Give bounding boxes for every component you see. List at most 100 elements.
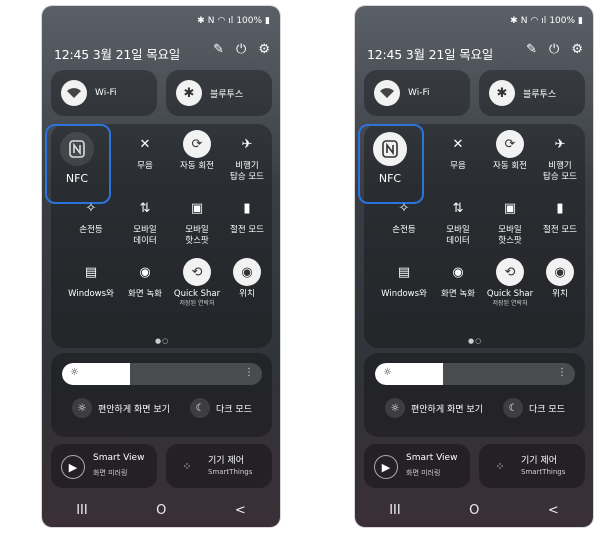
signal-icon: ıl <box>228 16 234 26</box>
tile-mute[interactable]: ✕ 무음 <box>118 130 172 172</box>
tile-location[interactable]: ◉ 위치 <box>220 258 274 300</box>
header-actions: ✎ ⏻ ⚙ <box>213 42 270 57</box>
moon-icon: ☾ <box>503 398 523 418</box>
device-control-card[interactable]: ⁘ 기기 제어 SmartThings <box>166 444 272 488</box>
dark-mode-label: 다크 모드 <box>529 404 565 415</box>
bluetooth-tile[interactable]: ✱ 블루투스 <box>166 70 272 116</box>
smart-view-card[interactable]: ▶ Smart View 화면 미러링 <box>364 444 470 488</box>
bluetooth-icon: ✱ <box>176 80 202 106</box>
smart-view-subtitle: 화면 미러링 <box>93 469 128 477</box>
tile-quick-share[interactable]: ⟲ Quick Shar 저장된 연락처 <box>483 258 537 308</box>
eye-comfort-icon: ☼ <box>72 398 92 418</box>
page-indicator: ●○ <box>155 337 170 345</box>
dark-mode-toggle[interactable]: ☾ 다크 모드 <box>503 398 565 418</box>
mute-label: 무음 <box>450 161 466 171</box>
tile-mobile-data[interactable]: ⇅ 모바일 데이터 <box>118 194 172 247</box>
home-button[interactable]: O <box>156 503 166 518</box>
power-icon[interactable]: ⏻ <box>549 42 559 57</box>
airplane-mode-label: 비행기 탑승 모드 <box>230 161 264 182</box>
hotspot-label: 모바일 핫스팟 <box>498 225 522 246</box>
tile-location[interactable]: ◉ 위치 <box>533 258 587 300</box>
mute-label: 무음 <box>137 161 153 171</box>
mobile-data-icon: ⇅ <box>139 200 151 216</box>
nfc-icon <box>60 132 94 166</box>
eye-comfort-toggle[interactable]: ☼ 편안하게 화면 보기 <box>385 398 483 418</box>
tile-screen-recorder[interactable]: ◉ 화면 녹화 <box>118 258 172 300</box>
gear-icon[interactable]: ⚙ <box>571 42 583 57</box>
power-icon[interactable]: ⏻ <box>236 42 246 57</box>
mobile-data-label: 모바일 데이터 <box>446 225 470 246</box>
quick-share-icon: ⟲ <box>496 258 524 286</box>
wifi-tile[interactable]: Wi-Fi <box>51 70 157 116</box>
tile-auto-rotate[interactable]: ⟳ 자동 회전 <box>170 130 224 172</box>
recents-button[interactable]: III <box>76 503 88 518</box>
mobile-data-label: 모바일 데이터 <box>133 225 157 246</box>
dark-mode-toggle[interactable]: ☾ 다크 모드 <box>190 398 252 418</box>
eye-comfort-toggle[interactable]: ☼ 편안하게 화면 보기 <box>72 398 170 418</box>
more-vert-icon[interactable]: ⋮ <box>557 367 567 378</box>
back-button[interactable]: < <box>548 503 559 518</box>
wifi-label: Wi-Fi <box>95 88 117 98</box>
screen-recorder-icon: ◉ <box>139 264 151 280</box>
tile-mobile-data[interactable]: ⇅ 모바일 데이터 <box>431 194 485 247</box>
grid-icon: ⁘ <box>495 459 505 473</box>
auto-rotate-icon: ⟳ <box>496 130 524 158</box>
device-control-card[interactable]: ⁘ 기기 제어 SmartThings <box>479 444 585 488</box>
gear-icon[interactable]: ⚙ <box>258 42 270 57</box>
airplane-mode-icon: ✈ <box>241 136 253 152</box>
back-button[interactable]: < <box>235 503 246 518</box>
tile-hotspot[interactable]: ▣ 모바일 핫스팟 <box>483 194 537 247</box>
bluetooth-tile[interactable]: ✱ 블루투스 <box>479 70 585 116</box>
auto-rotate-icon: ⟳ <box>183 130 211 158</box>
tile-quick-share[interactable]: ⟲ Quick Shar 저장된 연락처 <box>170 258 224 308</box>
hotspot-label: 모바일 핫스팟 <box>185 225 209 246</box>
tile-auto-rotate[interactable]: ⟳ 자동 회전 <box>483 130 537 172</box>
location-label: 위치 <box>552 289 568 299</box>
power-saving-label: 절전 모드 <box>230 225 264 235</box>
wifi-tile[interactable]: Wi-Fi <box>364 70 470 116</box>
smart-view-card[interactable]: ▶ Smart View 화면 미러링 <box>51 444 157 488</box>
tile-airplane-mode[interactable]: ✈ 비행기 탑승 모드 <box>220 130 274 183</box>
tile-power-saving[interactable]: ▮ 절전 모드 <box>533 194 587 236</box>
bluetooth-label: 블루투스 <box>523 89 557 100</box>
nfc-tile[interactable]: NFC <box>363 132 417 185</box>
nfc-tile[interactable]: NFC <box>50 132 104 185</box>
airplane-mode-icon: ✈ <box>554 136 566 152</box>
header-actions: ✎ ⏻ ⚙ <box>526 42 583 57</box>
brightness-slider[interactable]: ☼ ⋮ <box>375 363 575 385</box>
smart-view-title: Smart View <box>93 453 145 463</box>
wifi-icon <box>61 80 87 106</box>
nfc-label: NFC <box>65 172 89 185</box>
more-vert-icon[interactable]: ⋮ <box>244 367 254 378</box>
dark-mode-label: 다크 모드 <box>216 404 252 415</box>
battery-percent: 100% <box>236 16 263 26</box>
tile-link-to-windows[interactable]: ▤ Windows와 <box>377 258 431 300</box>
pencil-icon[interactable]: ✎ <box>526 42 537 57</box>
recents-button[interactable]: III <box>389 503 401 518</box>
tile-hotspot[interactable]: ▣ 모바일 핫스팟 <box>170 194 224 247</box>
tile-flashlight[interactable]: ✧ 손전등 <box>64 194 118 236</box>
tile-flashlight[interactable]: ✧ 손전등 <box>377 194 431 236</box>
mobile-data-icon: ⇅ <box>452 200 464 216</box>
tile-link-to-windows[interactable]: ▤ Windows와 <box>64 258 118 300</box>
screen-recorder-icon: ◉ <box>452 264 464 280</box>
location-label: 위치 <box>239 289 255 299</box>
flashlight-icon: ✧ <box>85 200 97 216</box>
tile-mute[interactable]: ✕ 무음 <box>431 130 485 172</box>
home-button[interactable]: O <box>469 503 479 518</box>
flashlight-label: 손전등 <box>79 225 103 235</box>
link-to-windows-label: Windows와 <box>68 289 114 299</box>
quick-share-sublabel: 저장된 연락처 <box>492 300 528 307</box>
brightness-slider[interactable]: ☼ ⋮ <box>62 363 262 385</box>
wifi-icon <box>374 80 400 106</box>
tile-screen-recorder[interactable]: ◉ 화면 녹화 <box>431 258 485 300</box>
nfc-icon <box>373 132 407 166</box>
tile-airplane-mode[interactable]: ✈ 비행기 탑승 모드 <box>533 130 587 183</box>
eye-comfort-label: 편안하게 화면 보기 <box>98 404 170 415</box>
grid-icon: ⁘ <box>182 459 192 473</box>
tile-power-saving[interactable]: ▮ 절전 모드 <box>220 194 274 236</box>
hotspot-icon: ▣ <box>503 200 517 216</box>
nfc-label: NFC <box>378 172 402 185</box>
pencil-icon[interactable]: ✎ <box>213 42 224 57</box>
quick-settings-phone: ✱ N ◠ ıl 100% ▮ 12:45 3월 21일 목요일 ✎ ⏻ ⚙ W… <box>42 6 280 527</box>
